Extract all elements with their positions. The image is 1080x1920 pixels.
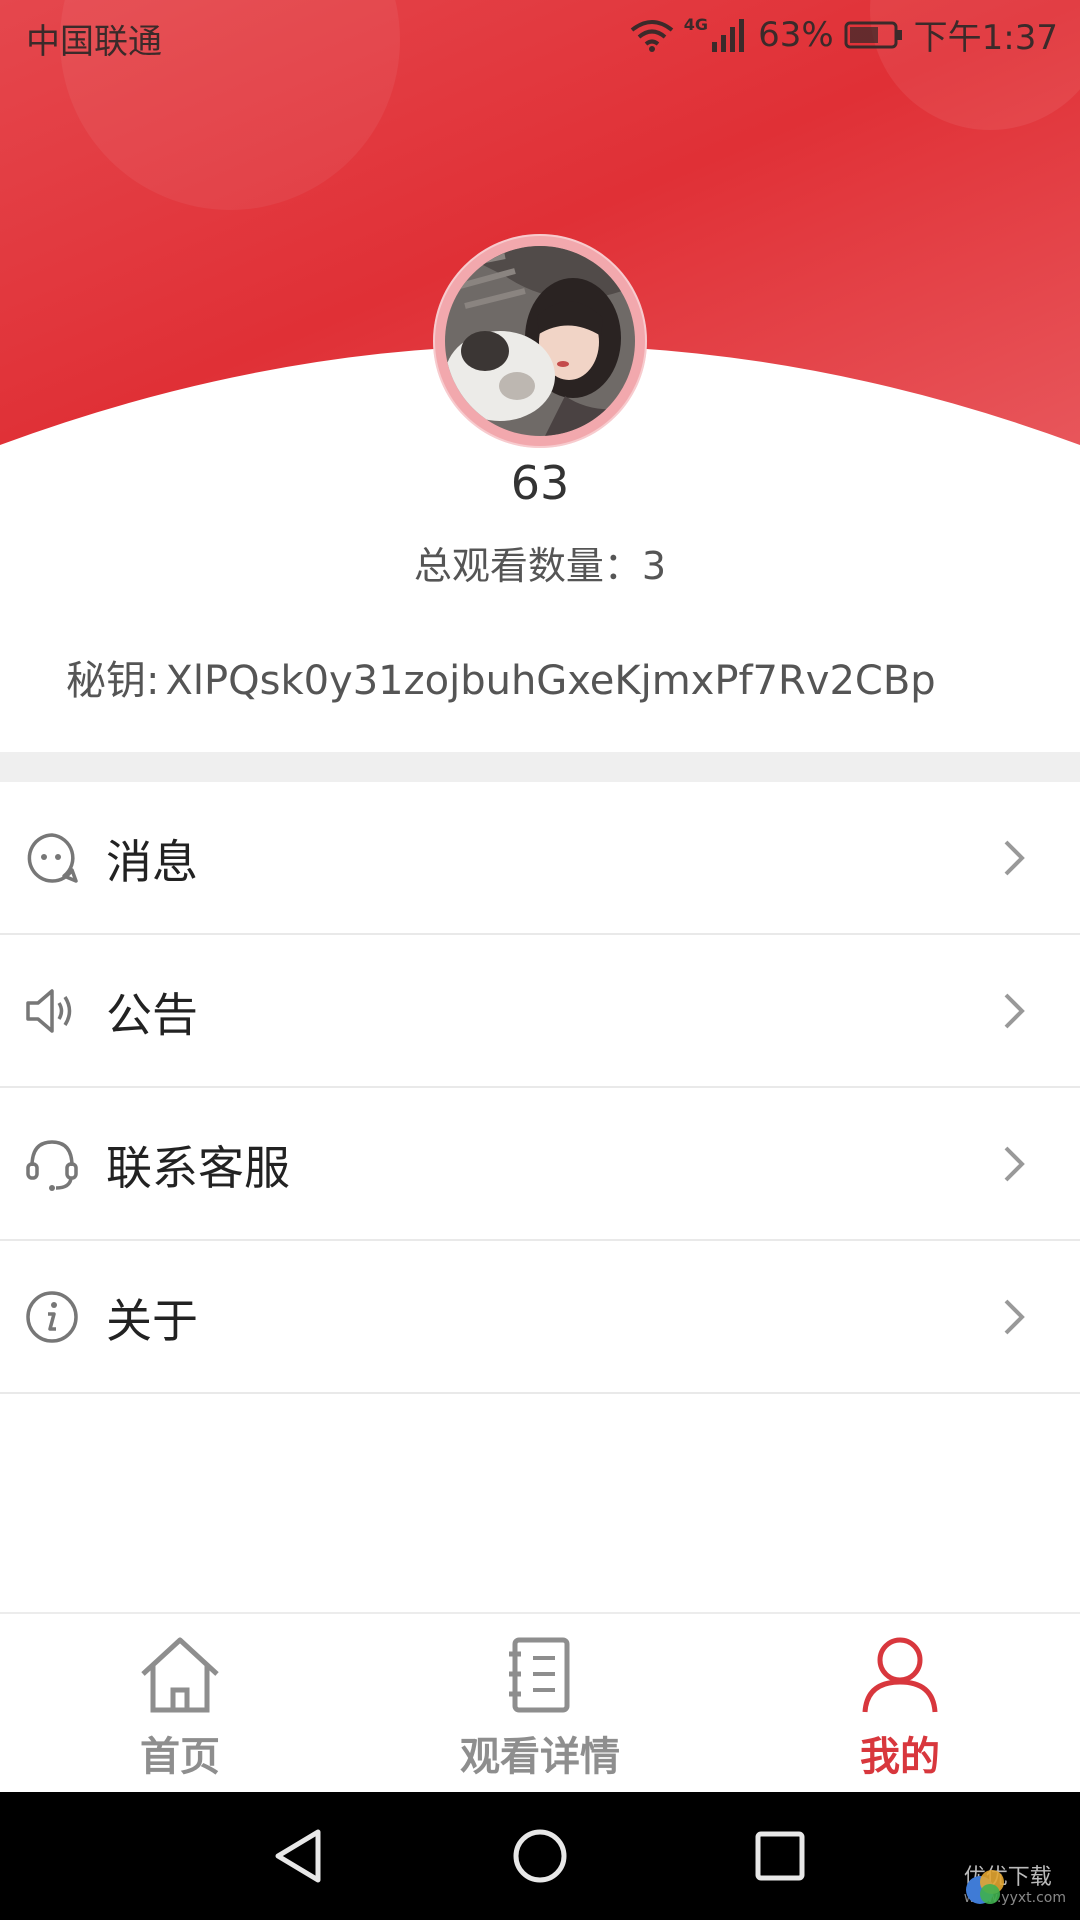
section-divider (0, 752, 1080, 782)
watermark-logo (965, 1870, 1004, 1904)
signal-icon (712, 18, 745, 52)
watermark: 优优下载 www.yyxt.com (964, 1866, 1066, 1907)
network-type: 4G (683, 15, 709, 34)
menu-item-label: 关于 (106, 1294, 198, 1348)
carrier-name: 中国联通 (26, 22, 162, 62)
clock: 下午1:37 (913, 18, 1058, 58)
tab-label: 我的 (860, 1734, 940, 1780)
watch-count-value: 3 (641, 544, 667, 588)
battery-icon (844, 21, 902, 48)
secret-key-value: XlPQsk0y31zojbuhGxeKjmxPf7Rv2CBp (165, 658, 936, 704)
secret-key: 秘钥: XlPQsk0y31zojbuhGxeKjmxPf7Rv2CBp (60, 648, 936, 706)
settings-menu: 消息 公告 联系客服 关于 (0, 782, 1080, 1394)
menu-item-label: 消息 (106, 835, 198, 889)
chevron-right-icon (1004, 993, 1025, 1029)
chevron-right-icon (1004, 1146, 1025, 1182)
back-icon[interactable] (270, 1828, 326, 1884)
chevron-right-icon (1004, 1299, 1025, 1335)
speaker-icon (26, 989, 72, 1033)
wifi-icon (630, 19, 674, 52)
home-icon (141, 1637, 219, 1713)
menu-item-label: 联系客服 (106, 1141, 290, 1195)
tab-label: 首页 (140, 1734, 220, 1780)
secret-key-label: 秘钥: (66, 658, 160, 704)
status-bar: 中国联通 4G 63% 下午1:37 (0, 0, 1080, 78)
bottom-tab-bar: 首页 观看详情 我的 (0, 1612, 1080, 1794)
username: 63 (510, 456, 570, 510)
recent-apps-icon[interactable] (754, 1830, 806, 1882)
menu-item-label: 公告 (106, 988, 198, 1042)
watch-count-label: 总观看数量： (413, 544, 642, 588)
tab-label: 观看详情 (460, 1734, 620, 1780)
tab-watch-details[interactable]: 观看详情 (440, 1632, 640, 1782)
info-icon (26, 1291, 78, 1343)
notebook-icon (509, 1637, 570, 1713)
headset-icon (26, 1140, 78, 1191)
battery-percent: 63% (758, 14, 834, 55)
tab-mine[interactable]: 我的 (800, 1632, 1000, 1782)
menu-item-announcements[interactable]: 公告 (0, 935, 1080, 1088)
avatar[interactable] (433, 234, 647, 448)
avatar-image (445, 246, 635, 436)
total-watch-count: 总观看数量：3 (0, 535, 1080, 590)
status-icons: 4G 63% 下午1:37 (630, 10, 1058, 59)
tab-home[interactable]: 首页 (80, 1632, 280, 1782)
user-icon (862, 1637, 938, 1713)
system-nav-bar: 优优下载 www.yyxt.com (0, 1792, 1080, 1920)
menu-item-messages[interactable]: 消息 (0, 782, 1080, 935)
home-circle-icon[interactable] (512, 1828, 568, 1884)
chevron-right-icon (1004, 840, 1025, 876)
menu-item-contact-support[interactable]: 联系客服 (0, 1088, 1080, 1241)
menu-item-about[interactable]: 关于 (0, 1241, 1080, 1394)
message-icon (27, 833, 78, 883)
